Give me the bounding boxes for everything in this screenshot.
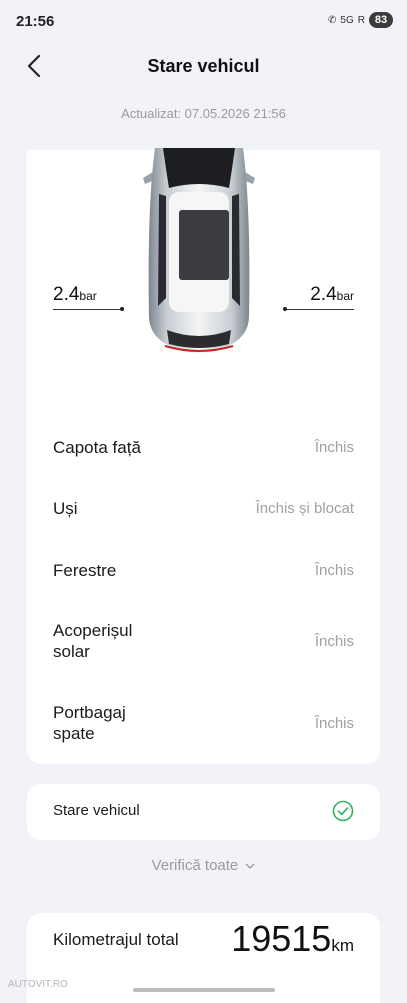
status-bar: 21:56 ✆ 5G R 83 [0, 0, 407, 44]
status-row-windows: Ferestre Închis [53, 550, 354, 590]
status-row-value: Închis [314, 632, 354, 650]
tire-pressure-right-value: 2.4 [310, 284, 337, 305]
tire-pressure-left-value: 2.4 [53, 284, 80, 305]
tire-pointer-left [53, 309, 123, 310]
status-row-label: Ferestre [53, 560, 117, 580]
status-icons: ✆ 5G R 83 [328, 12, 393, 28]
watermark: AUTOVIT.RO [8, 979, 68, 990]
status-row-sunroof: Acoperișul solar Închis [53, 621, 354, 661]
status-row-label: Portbagaj spate [53, 703, 126, 743]
status-row-value: Închis [314, 561, 354, 579]
header: Stare vehicul [0, 44, 407, 88]
tire-pressure-left-unit: bar [79, 289, 97, 303]
status-time: 21:56 [16, 13, 55, 30]
tire-pressure-right: 2.4bar [310, 284, 354, 306]
last-updated: Actualizat: 07.05.2026 21:56 [121, 106, 286, 121]
odometer-label: Kilometrajul total [53, 930, 179, 949]
tire-pressure-right-unit: bar [336, 289, 354, 303]
odometer-number: 19515 [231, 918, 332, 959]
verify-all-button[interactable]: Verifică toate [0, 857, 407, 874]
verify-all-label: Verifică toate [151, 857, 239, 874]
status-row-label: Acoperișul solar [53, 621, 133, 661]
status-row-label: Uși [53, 498, 78, 518]
status-row-value: Închis și blocat [255, 499, 354, 517]
check-circle-icon [332, 800, 354, 822]
vehicle-status-summary[interactable]: Stare vehicul [27, 784, 380, 840]
wifi-call-icon: ✆ [328, 14, 337, 26]
battery-indicator: 83 [369, 12, 393, 28]
tire-pressure-left: 2.4bar [53, 284, 97, 306]
tire-pointer-right [284, 309, 354, 310]
status-row-hood: Capota față Închis [53, 427, 354, 467]
page-title: Stare vehicul [147, 56, 260, 76]
odometer-unit: km [331, 936, 354, 955]
status-row-doors: Uși Închis și blocat [53, 488, 354, 528]
status-row-trunk: Portbagaj spate Închis [53, 703, 354, 743]
status-row-label: Capota față [53, 437, 141, 457]
tire-pointer-dot-right [283, 307, 287, 311]
home-indicator[interactable] [133, 988, 275, 992]
vehicle-status-label: Stare vehicul [53, 802, 140, 819]
status-row-value: Închis [314, 438, 354, 456]
vehicle-status-card: 2.4bar 2.4bar Capota față Închis Uși Înc… [27, 148, 380, 764]
status-row-value: Închis [314, 714, 354, 732]
odometer-value: 19515km [231, 918, 354, 960]
network-label: 5G [340, 14, 354, 26]
car-top-view-image [139, 148, 259, 358]
signal-label: R [357, 14, 365, 26]
tire-pointer-dot-left [120, 307, 124, 311]
chevron-down-icon [245, 863, 255, 869]
